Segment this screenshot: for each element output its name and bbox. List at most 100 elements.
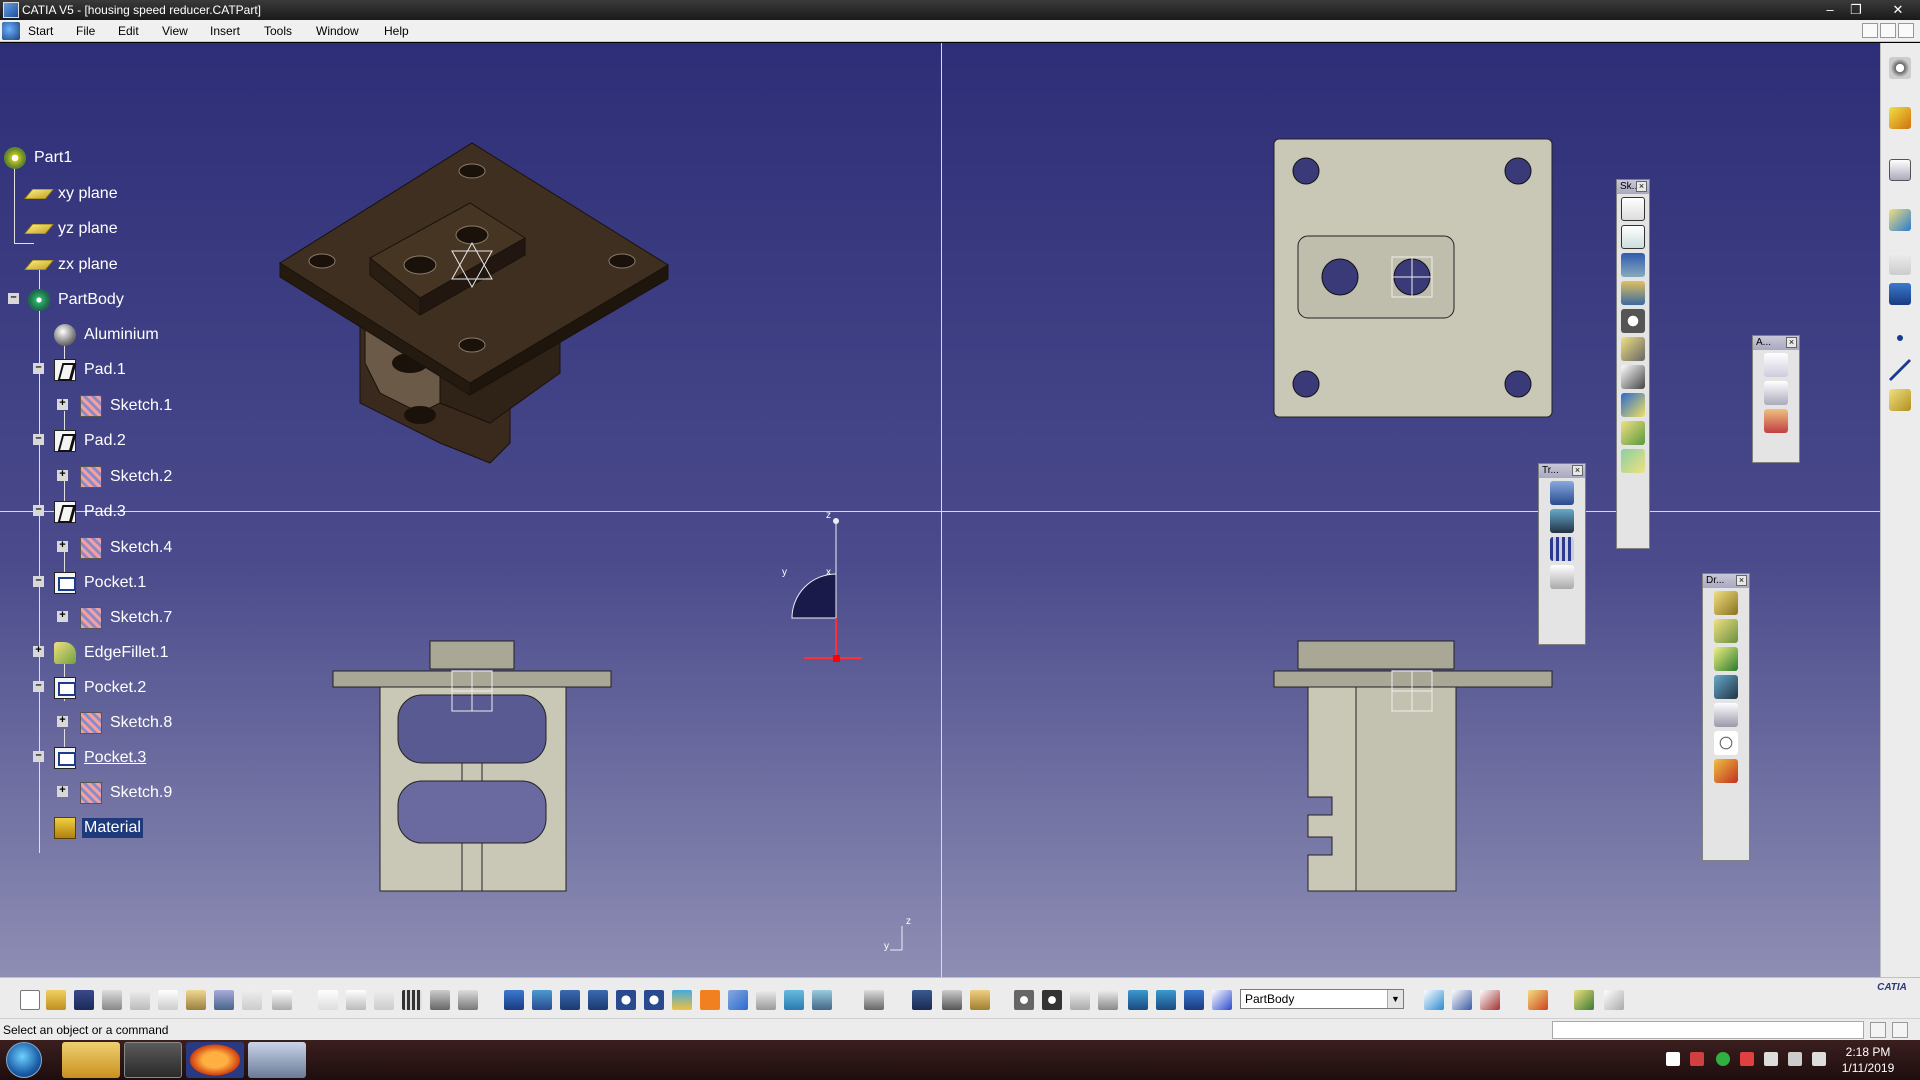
iso-view-icon[interactable] [728, 990, 748, 1010]
expand-sketch9-toggle[interactable]: + [57, 785, 68, 797]
tree-item-part1[interactable]: Part1 [4, 145, 74, 171]
tree-item-pad1[interactable]: Pad.1 [54, 357, 128, 383]
plane-tool-icon[interactable] [1889, 389, 1911, 411]
update-icon[interactable] [864, 990, 884, 1010]
removed-multi-section-tool-icon[interactable] [1621, 449, 1645, 473]
system-clock[interactable]: 2:18 PM 1/11/2019 [1830, 1044, 1906, 1076]
chamfer-tool-icon[interactable] [1714, 619, 1738, 643]
volume-tray-icon[interactable] [1812, 1052, 1826, 1066]
tree-item-xy-plane[interactable]: xy plane [23, 181, 120, 207]
side-view-part[interactable] [1273, 640, 1553, 892]
display-tray-icon[interactable] [1764, 1052, 1778, 1066]
remove-face-tool-icon[interactable] [1714, 759, 1738, 783]
calculator-taskbar-icon[interactable] [248, 1042, 306, 1078]
catalog-icon[interactable] [458, 990, 478, 1010]
redo-icon[interactable] [242, 990, 262, 1010]
pan-icon[interactable] [560, 990, 580, 1010]
file-explorer-taskbar-icon[interactable] [62, 1042, 120, 1078]
tree-item-sketch7[interactable]: Sketch.7 [80, 605, 174, 631]
tree-item-sketch8[interactable]: Sketch.8 [80, 710, 174, 736]
tree-item-aluminium[interactable]: Aluminium [54, 322, 161, 348]
menu-tools[interactable]: Tools [264, 24, 292, 38]
whats-this-icon[interactable] [272, 990, 292, 1010]
axis-toolbar-icon[interactable] [1070, 990, 1090, 1010]
collapse-pad2-toggle[interactable]: – [33, 433, 44, 445]
expand-sketch4-toggle[interactable]: + [57, 540, 68, 552]
line-icon[interactable] [1889, 359, 1911, 381]
tree-item-partbody[interactable]: PartBody [28, 287, 126, 313]
multi-view-icon[interactable] [700, 990, 720, 1010]
network-tray-icon[interactable] [1788, 1052, 1802, 1066]
expand-sketch7-toggle[interactable]: + [57, 610, 68, 622]
design-table-icon[interactable] [402, 990, 422, 1010]
tree-item-zx-plane[interactable]: zx plane [23, 252, 120, 278]
collapse-pad3-toggle[interactable]: – [33, 504, 44, 516]
shell-tool-icon[interactable] [1714, 675, 1738, 699]
collapse-pocket3-toggle[interactable]: – [33, 750, 44, 762]
select-arrow-icon[interactable] [1889, 107, 1911, 129]
insert-body-icon[interactable] [1424, 990, 1444, 1010]
boolean-operations-icon[interactable] [1452, 990, 1472, 1010]
grid-icon[interactable] [1128, 990, 1148, 1010]
menu-edit[interactable]: Edit [118, 24, 139, 38]
viewport-split-horizontal[interactable] [0, 511, 1880, 512]
geometry-viewport[interactable]: z y x z y Part1 xy plane yz plane zx pla… [0, 43, 1880, 977]
top-view-part[interactable] [1273, 138, 1553, 418]
define-in-work-object-icon[interactable] [1212, 990, 1232, 1010]
iso-view-part[interactable] [279, 142, 669, 464]
copy-icon[interactable] [158, 990, 178, 1010]
stiffener-tool-icon[interactable] [1621, 393, 1645, 417]
tree-item-sketch2[interactable]: Sketch.2 [80, 464, 174, 490]
tree-item-pocket1[interactable]: Pocket.1 [54, 570, 148, 596]
chevron-down-icon[interactable]: ▼ [1387, 990, 1403, 1008]
close-icon[interactable]: × [1572, 465, 1583, 476]
snap-to-point-icon[interactable] [1156, 990, 1176, 1010]
catia-taskbar-icon[interactable] [124, 1042, 182, 1078]
paste-icon[interactable] [186, 990, 206, 1010]
open-folder-icon[interactable] [46, 990, 66, 1010]
contact-constraint-icon[interactable] [942, 990, 962, 1010]
power-input-field[interactable] [1552, 1021, 1864, 1039]
multi-section-solid-tool-icon[interactable] [1621, 421, 1645, 445]
reference-element-icon[interactable] [1889, 209, 1911, 231]
measure-icon[interactable] [1889, 253, 1911, 275]
power-input-toggle-icon[interactable] [1870, 1022, 1886, 1038]
scaling-tool-icon[interactable] [1550, 565, 1574, 589]
shaft-tool-icon[interactable] [1621, 253, 1645, 277]
doc-restore-button[interactable] [1880, 23, 1896, 38]
cut-icon[interactable] [130, 990, 150, 1010]
zoom-in-icon[interactable] [616, 990, 636, 1010]
constraint-icon[interactable] [912, 990, 932, 1010]
doc-close-button[interactable] [1898, 23, 1914, 38]
tree-item-pocket3[interactable]: Pocket.3 [54, 745, 148, 771]
point-icon[interactable] [1897, 335, 1903, 341]
thickness-tool-icon[interactable] [1714, 703, 1738, 727]
firefox-taskbar-icon[interactable] [186, 1042, 244, 1078]
expand-edgefillet1-toggle[interactable]: + [33, 645, 44, 657]
tree-item-edgefillet1[interactable]: EdgeFillet.1 [54, 640, 171, 666]
hole-tool-icon[interactable] [1621, 309, 1645, 333]
close-surface-icon[interactable] [1604, 990, 1624, 1010]
catia-logo-icon[interactable] [2, 22, 20, 40]
expand-sketch2-toggle[interactable]: + [57, 469, 68, 481]
minimize-button[interactable]: – [1818, 1, 1842, 19]
menu-insert[interactable]: Insert [210, 24, 240, 38]
arrow-tray-icon[interactable] [1690, 1052, 1704, 1066]
q-app-tray-icon[interactable] [1716, 1052, 1730, 1066]
scan-or-define-icon[interactable] [1480, 990, 1500, 1010]
law-icon[interactable] [430, 990, 450, 1010]
collapse-partbody-toggle[interactable]: – [8, 292, 19, 304]
formula-icon[interactable] [318, 990, 338, 1010]
expand-sketch1-toggle[interactable]: + [57, 398, 68, 410]
compass-axis[interactable] [791, 518, 862, 662]
edge-fillet-tool-icon[interactable] [1714, 591, 1738, 615]
security-tray-icon[interactable] [1740, 1052, 1754, 1066]
close-icon[interactable]: × [1636, 181, 1647, 192]
menu-window[interactable]: Window [316, 24, 359, 38]
menu-help[interactable]: Help [384, 24, 409, 38]
tree-item-pad3[interactable]: Pad.3 [54, 499, 128, 525]
zoom-out-icon[interactable] [644, 990, 664, 1010]
save-icon[interactable] [74, 990, 94, 1010]
collapse-pocket1-toggle[interactable]: – [33, 575, 44, 587]
refresh-icon[interactable] [1014, 990, 1034, 1010]
